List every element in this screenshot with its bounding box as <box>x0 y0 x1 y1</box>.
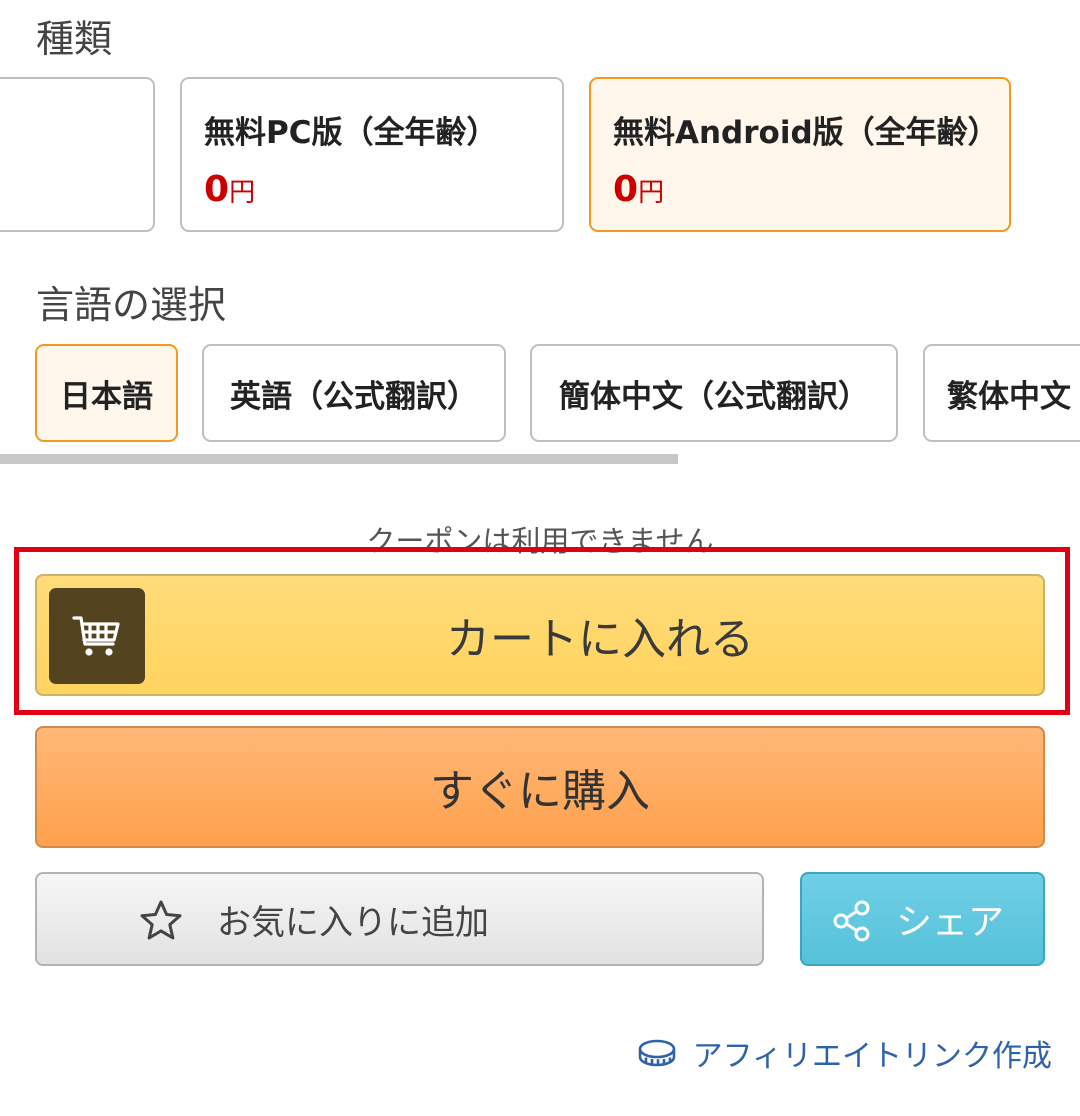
variant-section-title: 種類 <box>36 17 113 61</box>
variant-name: 無料Android版（全年齢） <box>613 115 999 151</box>
price-amount: 0 <box>204 169 230 210</box>
variant-price: 0円 <box>204 169 255 210</box>
variant-name: 無料PC版（全年齢） <box>204 115 498 151</box>
highlight-frame <box>14 547 1070 715</box>
star-outline-icon <box>140 900 182 940</box>
variant-card-partial[interactable] <box>0 77 155 232</box>
affiliate-link-label: アフィリエイトリンク作成 <box>692 1039 1052 1074</box>
add-to-favorites-label: お気に入りに追加 <box>217 902 489 943</box>
coin-icon <box>638 1039 675 1067</box>
language-option-japanese[interactable]: 日本語 <box>35 344 178 442</box>
language-option-english[interactable]: 英語（公式翻訳） <box>202 344 506 442</box>
variant-price: 0円 <box>613 169 664 210</box>
price-unit: 円 <box>638 178 665 208</box>
language-option-traditional-chinese[interactable]: 繁体中文 <box>923 344 1080 442</box>
buy-now-button[interactable]: すぐに購入 <box>35 726 1045 848</box>
language-option-simplified-chinese[interactable]: 簡体中文（公式翻訳） <box>530 344 898 442</box>
variant-card-free-pc[interactable]: 無料PC版（全年齢） 0円 <box>180 77 564 232</box>
share-label: シェア <box>896 902 1005 943</box>
add-to-favorites-button[interactable]: お気に入りに追加 <box>35 872 764 966</box>
affiliate-link[interactable]: アフィリエイトリンク作成 <box>637 1030 1052 1076</box>
price-unit: 円 <box>229 178 256 208</box>
share-button[interactable]: シェア <box>800 872 1045 966</box>
language-section-title: 言語の選択 <box>36 283 227 327</box>
product-purchase-panel: 種類 無料PC版（全年齢） 0円 無料Android版（全年齢） 0円 言語の選… <box>0 0 1080 1116</box>
share-icon <box>833 900 870 942</box>
variant-card-free-android[interactable]: 無料Android版（全年齢） 0円 <box>589 77 1011 232</box>
price-amount: 0 <box>613 169 639 210</box>
horizontal-scrollbar[interactable] <box>0 454 678 464</box>
